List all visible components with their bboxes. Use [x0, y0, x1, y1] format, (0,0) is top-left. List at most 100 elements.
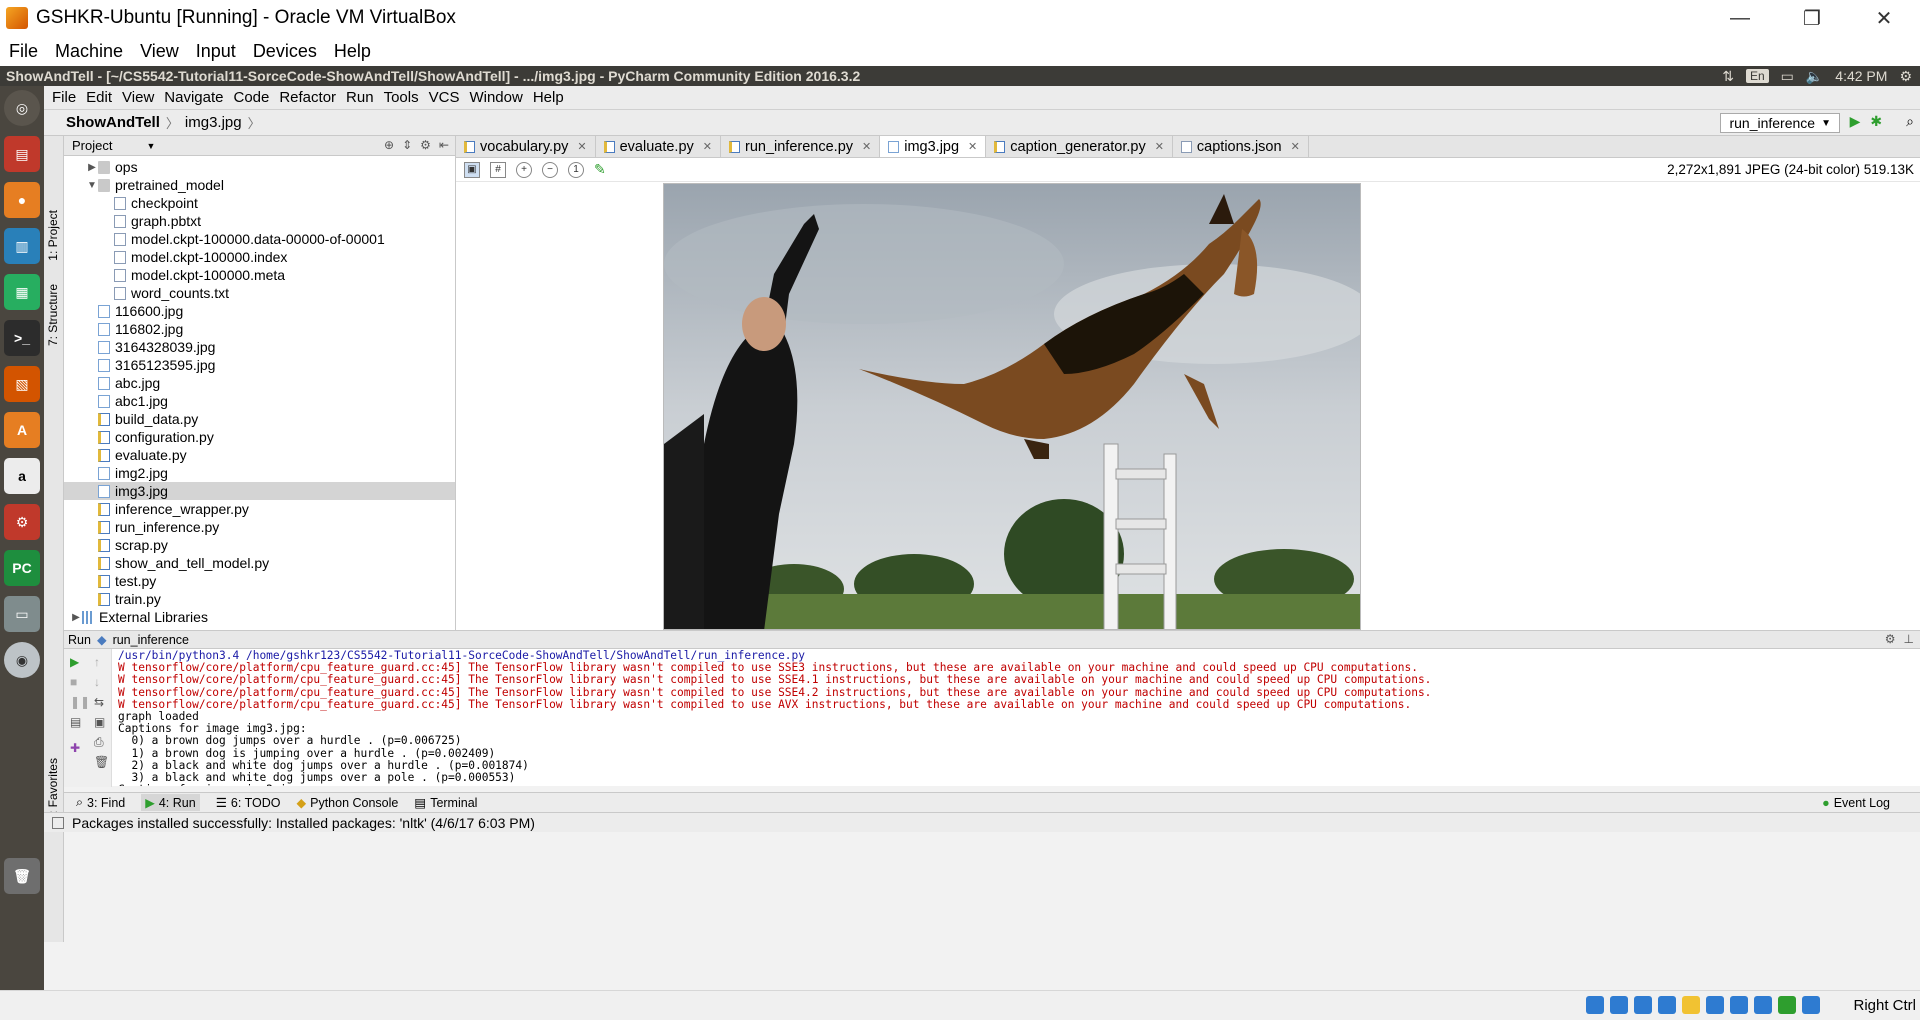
- tree-item[interactable]: test.py: [64, 572, 455, 590]
- hide-icon[interactable]: ⊥: [1904, 632, 1914, 646]
- cpu-icon[interactable]: [1778, 996, 1796, 1014]
- clock[interactable]: 4:42 PM: [1835, 68, 1887, 84]
- amazon-icon[interactable]: a: [4, 458, 40, 494]
- tree-item[interactable]: model.ckpt-100000.index: [64, 248, 455, 266]
- pin-icon[interactable]: ✚: [70, 741, 84, 755]
- project-view-select[interactable]: Project: [72, 138, 112, 153]
- tab-img3[interactable]: img3.jpg ✕: [880, 136, 987, 157]
- drive-icon[interactable]: ▭: [4, 596, 40, 632]
- tree-item[interactable]: show_and_tell_model.py: [64, 554, 455, 572]
- ide-menu-view[interactable]: View: [122, 89, 154, 106]
- tree-item[interactable]: 116600.jpg: [64, 302, 455, 320]
- tree-item[interactable]: train.py: [64, 590, 455, 608]
- print-icon[interactable]: ⎙: [94, 735, 108, 749]
- zoom-in-icon[interactable]: +: [516, 161, 532, 178]
- tree-item[interactable]: run_inference.py: [64, 518, 455, 536]
- tree-item[interactable]: abc.jpg: [64, 374, 455, 392]
- search-icon[interactable]: ⌕: [1906, 113, 1914, 130]
- libreoffice-impress-icon[interactable]: ▧: [4, 366, 40, 402]
- run-config-select[interactable]: run_inference ▼: [1720, 113, 1840, 133]
- libreoffice-calc-icon[interactable]: ▦: [4, 274, 40, 310]
- tree-item[interactable]: ▶ External Libraries: [64, 608, 455, 626]
- gear-icon[interactable]: ⚙: [1885, 632, 1896, 646]
- network-icon[interactable]: [1754, 996, 1772, 1014]
- video-capture-icon[interactable]: [1730, 996, 1748, 1014]
- toolwindow-find[interactable]: ⌕ 3: Find: [76, 795, 125, 810]
- usb-icon[interactable]: [1658, 996, 1676, 1014]
- files-icon[interactable]: ▤: [4, 136, 40, 172]
- settings-gear-icon[interactable]: ⚙: [1899, 68, 1912, 85]
- tab-evaluate[interactable]: evaluate.py ✕: [596, 136, 721, 157]
- tool-windows-toggle-icon[interactable]: [52, 816, 64, 829]
- scroll-to-end-icon[interactable]: ▣: [94, 715, 108, 729]
- dvd-icon[interactable]: ◉: [4, 642, 40, 678]
- host-menu-view[interactable]: View: [140, 41, 179, 62]
- restore-layout-icon[interactable]: ▤: [70, 715, 84, 729]
- tab-structure[interactable]: 7: Structure: [46, 284, 60, 346]
- close-icon[interactable]: ✕: [862, 140, 871, 153]
- toolwindow-terminal[interactable]: ▤ Terminal: [414, 795, 477, 811]
- tab-run-inference[interactable]: run_inference.py ✕: [721, 136, 881, 157]
- toolwindow-todo[interactable]: ☰ 6: TODO: [216, 795, 281, 811]
- breadcrumb-project[interactable]: ShowAndTell: [66, 114, 160, 131]
- pause-icon[interactable]: ❚❚: [70, 695, 90, 709]
- display-icon[interactable]: [1706, 996, 1724, 1014]
- close-icon[interactable]: ✕: [968, 140, 977, 153]
- tree-item[interactable]: model.ckpt-100000.meta: [64, 266, 455, 284]
- rerun-icon[interactable]: ▶: [70, 655, 84, 669]
- ide-menu-edit[interactable]: Edit: [86, 89, 112, 106]
- tree-item[interactable]: checkpoint: [64, 194, 455, 212]
- run-icon[interactable]: ▶: [1850, 113, 1861, 130]
- toolwindow-event-log[interactable]: ● Event Log: [1822, 796, 1890, 810]
- close-icon[interactable]: ✕: [1155, 140, 1164, 153]
- ide-menu-navigate[interactable]: Navigate: [164, 89, 223, 106]
- console-output[interactable]: /usr/bin/python3.4 /home/gshkr123/CS5542…: [118, 650, 1920, 786]
- stop-icon[interactable]: ■: [70, 675, 84, 689]
- soft-wrap-icon[interactable]: ⇆: [94, 695, 108, 709]
- tree-item[interactable]: 116802.jpg: [64, 320, 455, 338]
- debug-icon[interactable]: ✱: [1870, 113, 1882, 130]
- battery-icon[interactable]: ▭: [1781, 68, 1794, 85]
- toolwindow-run[interactable]: ▶ 4: Run: [141, 794, 200, 811]
- ubuntu-dash-icon[interactable]: ◎: [4, 90, 40, 126]
- software-center-icon[interactable]: A: [4, 412, 40, 448]
- host-menu-help[interactable]: Help: [334, 41, 371, 62]
- tree-item[interactable]: scrap.py: [64, 536, 455, 554]
- actual-size-icon[interactable]: 1: [568, 161, 584, 178]
- grid-toggle-icon[interactable]: #: [490, 161, 506, 178]
- hide-icon[interactable]: ⇤: [439, 138, 449, 152]
- down-icon[interactable]: ↓: [94, 675, 108, 689]
- trash-icon[interactable]: 🗑: [4, 858, 40, 894]
- toolwindow-python-console[interactable]: ◆ Python Console: [296, 795, 398, 811]
- clear-icon[interactable]: 🗑: [94, 755, 109, 769]
- ide-menu-vcs[interactable]: VCS: [429, 89, 460, 106]
- firefox-icon[interactable]: ●: [4, 182, 40, 218]
- chevron-right-icon[interactable]: ▶: [70, 612, 82, 623]
- ide-menu-help[interactable]: Help: [533, 89, 564, 106]
- color-picker-icon[interactable]: ✎: [594, 161, 606, 178]
- ide-menu-window[interactable]: Window: [469, 89, 522, 106]
- host-menu-devices[interactable]: Devices: [253, 41, 317, 62]
- network-icon[interactable]: ⇅: [1722, 68, 1734, 85]
- tree-item[interactable]: ▼ pretrained_model: [64, 176, 455, 194]
- tree-item[interactable]: word_counts.txt: [64, 284, 455, 302]
- tab-project[interactable]: 1: Project: [46, 210, 60, 261]
- ide-menu-code[interactable]: Code: [233, 89, 269, 106]
- libreoffice-writer-icon[interactable]: ▥: [4, 228, 40, 264]
- tree-item[interactable]: evaluate.py: [64, 446, 455, 464]
- close-icon[interactable]: ✕: [703, 140, 712, 153]
- tree-item[interactable]: ▶ ops: [64, 158, 455, 176]
- close-icon[interactable]: ✕: [577, 140, 586, 153]
- host-menu-machine[interactable]: Machine: [55, 41, 123, 62]
- run-config-tab[interactable]: run_inference: [113, 633, 189, 647]
- tree-item[interactable]: abc1.jpg: [64, 392, 455, 410]
- mouse-integration-icon[interactable]: [1802, 996, 1820, 1014]
- background-toggle-icon[interactable]: ▣: [464, 161, 480, 178]
- ide-menu-file[interactable]: File: [52, 89, 76, 106]
- gear-icon[interactable]: ⚙: [420, 138, 431, 152]
- host-menu-input[interactable]: Input: [196, 41, 236, 62]
- close-icon[interactable]: ✕: [1291, 140, 1300, 153]
- tree-item[interactable]: img3.jpg: [64, 482, 455, 500]
- ide-menu-tools[interactable]: Tools: [384, 89, 419, 106]
- maximize-button[interactable]: ❐: [1776, 0, 1848, 36]
